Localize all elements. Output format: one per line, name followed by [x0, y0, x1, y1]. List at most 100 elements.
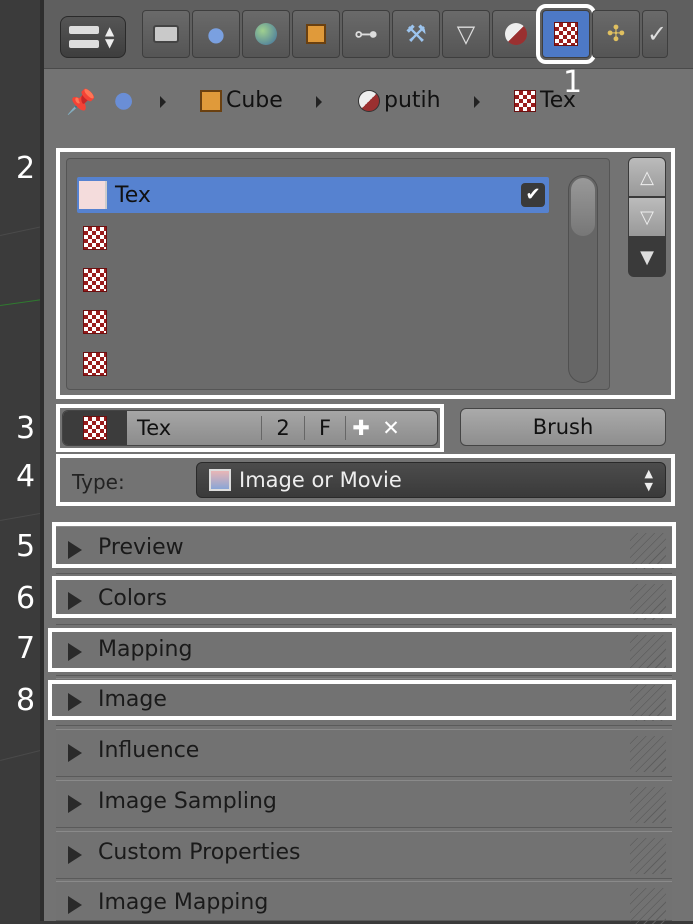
material-icon: [358, 89, 380, 112]
chevron-right-icon: [316, 96, 322, 108]
texture-icon: [514, 89, 536, 112]
highlight-box: [48, 628, 676, 672]
breadcrumb-item-scene[interactable]: ●: [114, 88, 133, 113]
tab-constraints[interactable]: ⊶: [342, 10, 390, 58]
panel-header-label: Image Mapping: [98, 890, 269, 915]
grid-line: [0, 512, 44, 521]
editor-type-button[interactable]: ▲ ▼: [60, 16, 126, 58]
breadcrumb-label: Cube: [226, 88, 283, 113]
unlink-button[interactable]: ✕: [376, 416, 406, 440]
tab-render[interactable]: [142, 10, 190, 58]
breadcrumb-item-texture[interactable]: Tex: [514, 88, 576, 113]
texture-icon: [83, 416, 107, 440]
callout-number: 7: [16, 631, 36, 666]
texture-datablock-field[interactable]: Tex 2 F ✚ ✕: [62, 410, 438, 446]
breadcrumb-label: Tex: [540, 88, 576, 113]
panel-image-mapping[interactable]: Image Mapping: [56, 881, 672, 924]
texture-slot-list[interactable]: Tex ✔: [66, 158, 610, 390]
context-tabs: ● ⊶ ⚒ ▽ ✣ ✓: [142, 4, 670, 64]
tab-modifiers[interactable]: ⚒: [392, 10, 440, 58]
physics-icon: ✓: [647, 20, 668, 48]
drag-grip-icon[interactable]: [630, 888, 666, 924]
scene-icon: ●: [114, 88, 134, 113]
up-down-arrows-icon: ▲ ▼: [644, 467, 653, 493]
tab-object[interactable]: [292, 10, 340, 58]
callout-number: 6: [16, 581, 36, 616]
breadcrumb: 📌 ● Cube putih Tex: [62, 80, 682, 128]
up-down-arrows-icon: ▲ ▼: [105, 24, 115, 50]
drag-grip-icon[interactable]: [630, 736, 666, 772]
list-item[interactable]: Tex ✔: [77, 177, 549, 213]
list-item[interactable]: [77, 346, 549, 382]
texture-icon: [83, 352, 107, 376]
tab-texture[interactable]: [536, 4, 596, 64]
grid-line: [0, 749, 43, 761]
specials-menu-button[interactable]: ▼: [628, 237, 666, 277]
texture-name-field[interactable]: Tex: [127, 416, 261, 440]
pin-icon[interactable]: 📌: [66, 88, 96, 116]
modifier-icon: ⚒: [405, 20, 427, 48]
cube-icon: [200, 89, 222, 112]
fake-user-button[interactable]: F: [304, 416, 345, 440]
texture-type-dropdown[interactable]: Image or Movie ▲ ▼: [196, 462, 666, 498]
close-icon: ✕: [382, 416, 400, 440]
tab-physics[interactable]: ✓: [642, 10, 668, 58]
highlight-box: [52, 522, 676, 568]
constraint-icon: ⊶: [354, 20, 378, 48]
chevron-right-icon: [474, 96, 480, 108]
tab-material[interactable]: [492, 10, 540, 58]
triangle-down-icon: ▽: [640, 206, 654, 228]
callout-number: 5: [16, 529, 36, 564]
menu-down-icon: ▼: [640, 246, 654, 268]
callout-number: 2: [16, 151, 36, 186]
list-item[interactable]: [77, 220, 549, 256]
scene-icon: ●: [207, 22, 225, 46]
expand-triangle-icon: [68, 896, 82, 914]
texture-browse-button[interactable]: [63, 411, 127, 445]
enabled-checkbox[interactable]: ✔: [521, 183, 545, 207]
callout-number: 4: [16, 459, 36, 494]
breadcrumb-label: putih: [384, 88, 441, 113]
breadcrumb-item-object[interactable]: Cube: [200, 88, 283, 113]
scrollbar-thumb[interactable]: [571, 178, 595, 236]
tab-world[interactable]: [242, 10, 290, 58]
panel-image-sampling[interactable]: Image Sampling: [56, 780, 672, 828]
camera-icon: [153, 25, 179, 43]
world-icon: [255, 23, 277, 45]
slot-label: Tex: [115, 182, 151, 208]
texture-icon: [554, 22, 578, 46]
mesh-data-icon: ▽: [456, 20, 476, 48]
list-item[interactable]: [77, 304, 549, 340]
drag-grip-icon[interactable]: [630, 787, 666, 823]
blank-texture-icon: [79, 181, 107, 209]
new-texture-button[interactable]: ✚: [345, 416, 376, 440]
grid-axis-line: [0, 298, 44, 306]
chevron-right-icon: [160, 96, 166, 108]
tab-data[interactable]: ▽: [442, 10, 490, 58]
users-count-button[interactable]: 2: [261, 416, 304, 440]
drag-grip-icon[interactable]: [630, 838, 666, 874]
move-up-button[interactable]: △: [628, 157, 666, 197]
editor-icon-bar: [69, 40, 99, 48]
particles-icon: ✣: [606, 21, 626, 47]
tab-scene[interactable]: ●: [192, 10, 240, 58]
breadcrumb-item-material[interactable]: putih: [358, 88, 441, 113]
type-label: Type:: [72, 470, 125, 494]
texture-icon: [83, 310, 107, 334]
panel-custom-properties[interactable]: Custom Properties: [56, 831, 672, 879]
list-scrollbar[interactable]: [568, 175, 598, 383]
callout-number: 8: [16, 683, 36, 718]
brush-button[interactable]: Brush: [460, 408, 666, 446]
triangle-up-icon: △: [640, 166, 654, 188]
expand-triangle-icon: [68, 744, 82, 762]
panel-header-label: Custom Properties: [98, 840, 301, 865]
panel-influence[interactable]: Influence: [56, 729, 672, 777]
list-item[interactable]: [77, 262, 549, 298]
object-icon: [306, 24, 326, 44]
grid-line: [0, 225, 44, 236]
tab-particles[interactable]: ✣: [592, 10, 640, 58]
highlight-box: [52, 576, 676, 618]
image-icon: [209, 469, 231, 491]
move-down-button[interactable]: ▽: [628, 197, 666, 237]
plus-icon: ✚: [352, 416, 370, 440]
